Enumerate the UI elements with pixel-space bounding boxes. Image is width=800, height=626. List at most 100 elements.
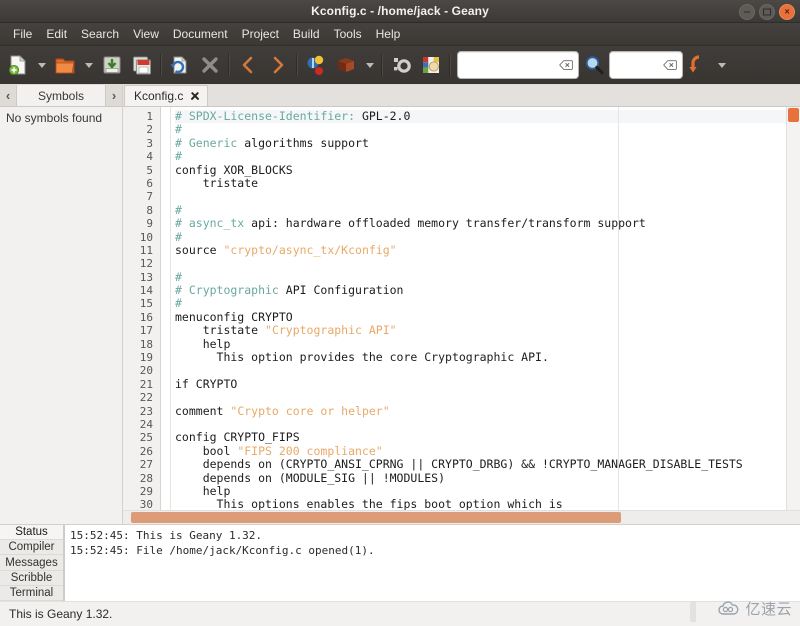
code-text-area[interactable]: # SPDX-License-Identifier: GPL-2.0## Gen… bbox=[171, 107, 786, 510]
code-token: "Crypto core or helper" bbox=[230, 404, 389, 418]
chevron-down-icon bbox=[38, 63, 46, 68]
message-tab-messages[interactable]: Messages bbox=[0, 555, 63, 570]
marker-margin[interactable] bbox=[161, 107, 171, 510]
line-number: 12 bbox=[123, 257, 160, 270]
message-tab-compiler[interactable]: Compiler bbox=[0, 540, 63, 555]
status-bar-text: This is Geany 1.32. bbox=[9, 607, 112, 621]
vertical-scroll-thumb[interactable] bbox=[788, 108, 799, 122]
status-log[interactable]: 15:52:45: This is Geany 1.32.15:52:45: F… bbox=[64, 525, 800, 601]
menu-document[interactable]: Document bbox=[166, 25, 235, 43]
menu-build[interactable]: Build bbox=[286, 25, 327, 43]
goto-line-entry[interactable] bbox=[609, 51, 683, 79]
reload-button[interactable] bbox=[165, 49, 195, 81]
line-number: 15 bbox=[123, 297, 160, 310]
jump-to-line-button[interactable] bbox=[683, 49, 713, 81]
editor-viewport[interactable]: 1234567891011121314151617181920212223242… bbox=[123, 107, 800, 510]
minimize-button[interactable] bbox=[739, 4, 755, 20]
line-number: 30 bbox=[123, 498, 160, 510]
sidebar-prev-button[interactable]: ‹ bbox=[0, 85, 16, 106]
horizontal-scroll-thumb[interactable] bbox=[131, 512, 621, 523]
toolbar-separator bbox=[296, 54, 298, 76]
code-token: # bbox=[175, 270, 182, 284]
toolbar-separator bbox=[449, 54, 451, 76]
code-line: depends on (MODULE_SIG || !MODULES) bbox=[175, 472, 786, 485]
status-log-line: 15:52:45: This is Geany 1.32. bbox=[70, 528, 795, 543]
line-number: 23 bbox=[123, 405, 160, 418]
menu-help[interactable]: Help bbox=[369, 25, 408, 43]
color-chooser-button[interactable] bbox=[416, 49, 446, 81]
build-button[interactable] bbox=[331, 49, 361, 81]
toolbar-separator bbox=[381, 54, 383, 76]
line-number: 6 bbox=[123, 177, 160, 190]
reload-icon bbox=[169, 54, 191, 76]
code-token: "crypto/async_tx/Kconfig" bbox=[223, 243, 396, 257]
preferences-button[interactable] bbox=[386, 49, 416, 81]
title-bar: Kconfig.c - /home/jack - Geany × bbox=[0, 0, 800, 23]
code-token: "Cryptographic API" bbox=[265, 323, 397, 337]
editor-column: Kconfig.c 123456789101112131415161718192… bbox=[123, 85, 800, 524]
code-line: config CRYPTO_FIPS bbox=[175, 431, 786, 444]
chevron-down-icon bbox=[366, 63, 374, 68]
code-line: # bbox=[175, 231, 786, 244]
compile-button[interactable] bbox=[301, 49, 331, 81]
code-token: # bbox=[175, 203, 182, 217]
menu-search[interactable]: Search bbox=[74, 25, 126, 43]
line-number: 29 bbox=[123, 485, 160, 498]
code-token: depends on (CRYPTO_ANSI_CPRNG || CRYPTO_… bbox=[175, 457, 743, 471]
build-icon bbox=[335, 54, 357, 76]
build-dropdown-button[interactable] bbox=[361, 49, 378, 81]
close-icon bbox=[199, 54, 221, 76]
code-line: comment "Crypto core or helper" bbox=[175, 405, 786, 418]
message-tab-scribble[interactable]: Scribble bbox=[0, 571, 63, 586]
code-token: # Generic bbox=[175, 136, 244, 150]
open-recent-dropdown-button[interactable] bbox=[80, 49, 97, 81]
menu-edit[interactable]: Edit bbox=[39, 25, 74, 43]
navigate-back-button[interactable] bbox=[233, 49, 263, 81]
line-number: 1 bbox=[123, 110, 160, 123]
find-button[interactable] bbox=[579, 49, 609, 81]
search-entry[interactable] bbox=[457, 51, 579, 79]
menu-project[interactable]: Project bbox=[235, 25, 286, 43]
new-document-button[interactable] bbox=[3, 49, 33, 81]
code-token: source bbox=[175, 243, 223, 257]
watermark: 亿速云 bbox=[717, 598, 792, 619]
cloud-icon bbox=[717, 601, 741, 617]
line-number: 26 bbox=[123, 445, 160, 458]
message-tab-terminal[interactable]: Terminal bbox=[0, 586, 63, 601]
code-token: This options enables the fips boot optio… bbox=[175, 497, 563, 510]
close-document-button[interactable] bbox=[195, 49, 225, 81]
sidebar-next-button[interactable]: › bbox=[106, 85, 122, 106]
menu-file[interactable]: File bbox=[6, 25, 39, 43]
tab-close-icon[interactable] bbox=[189, 91, 200, 102]
menu-tools[interactable]: Tools bbox=[327, 25, 369, 43]
code-token: bool bbox=[175, 444, 237, 458]
line-number: 4 bbox=[123, 150, 160, 163]
save-all-icon bbox=[131, 54, 153, 76]
toolbar-overflow-button[interactable] bbox=[713, 49, 730, 81]
message-tabbar: StatusCompilerMessagesScribbleTerminal bbox=[0, 525, 64, 601]
editor-vertical-scrollbar[interactable] bbox=[786, 107, 800, 510]
editor-tabbar: Kconfig.c bbox=[123, 85, 800, 107]
open-folder-button[interactable] bbox=[50, 49, 80, 81]
maximize-button[interactable] bbox=[759, 4, 775, 20]
message-tab-status[interactable]: Status bbox=[0, 525, 63, 540]
clear-search-icon[interactable] bbox=[559, 60, 573, 71]
editor-tab-kconfig[interactable]: Kconfig.c bbox=[124, 85, 208, 106]
clear-goto-icon[interactable] bbox=[663, 60, 677, 71]
line-number: 9 bbox=[123, 217, 160, 230]
sidebar: ‹ Symbols › No symbols found bbox=[0, 85, 123, 524]
save-all-button[interactable] bbox=[127, 49, 157, 81]
new-document-dropdown-button[interactable] bbox=[33, 49, 50, 81]
save-button[interactable] bbox=[97, 49, 127, 81]
code-line: tristate bbox=[175, 177, 786, 190]
code-token: tristate bbox=[175, 176, 258, 190]
close-button[interactable]: × bbox=[779, 4, 795, 20]
navigate-forward-button[interactable] bbox=[263, 49, 293, 81]
menu-view[interactable]: View bbox=[126, 25, 166, 43]
search-icon bbox=[583, 54, 605, 76]
line-number: 27 bbox=[123, 458, 160, 471]
editor-horizontal-scrollbar[interactable] bbox=[123, 510, 800, 524]
code-line: This option provides the core Cryptograp… bbox=[175, 351, 786, 364]
sidebar-tab-symbols[interactable]: Symbols bbox=[16, 85, 106, 106]
symbols-panel: No symbols found bbox=[0, 107, 122, 524]
